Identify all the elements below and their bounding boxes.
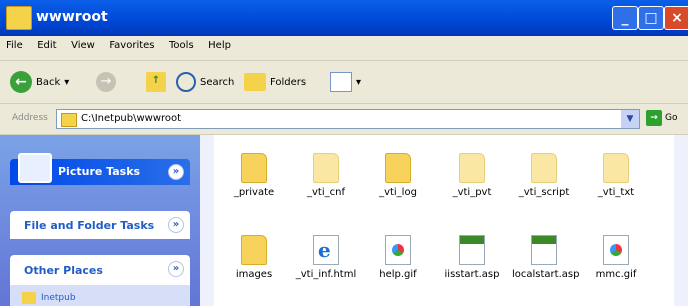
folder-icon	[459, 153, 485, 183]
views-icon	[330, 72, 352, 92]
back-button[interactable]: ← Back ▾	[10, 69, 69, 95]
go-label: Go	[665, 113, 678, 123]
views-dropdown-icon[interactable]: ▾	[356, 77, 361, 88]
asp-file-icon	[459, 235, 485, 265]
search-label: Search	[200, 76, 235, 88]
address-label: Address	[12, 113, 48, 123]
file-name: help.gif	[379, 269, 417, 280]
file-item[interactable]: mmc.gif	[584, 235, 648, 280]
close-button[interactable]: ×	[664, 6, 688, 30]
menu-favorites[interactable]: Favorites	[103, 36, 159, 51]
menu-view[interactable]: View	[65, 36, 100, 51]
address-dropdown-icon[interactable]: ▼	[621, 110, 639, 128]
place-link-inetpub[interactable]: Inetpub	[22, 292, 76, 304]
minimize-button[interactable]: _	[612, 6, 638, 30]
folder-icon	[6, 6, 32, 30]
window-title: wwwroot	[36, 9, 108, 25]
folder-icon	[603, 153, 629, 183]
search-icon	[176, 72, 196, 92]
forward-button[interactable]: →	[96, 69, 116, 95]
file-item[interactable]: _vti_txt	[584, 153, 648, 198]
menu-bar: File Edit View Favorites Tools Help	[0, 36, 688, 92]
folders-button[interactable]: Folders	[244, 69, 306, 95]
collapse-icon[interactable]: »	[168, 261, 184, 277]
ie-document-icon	[313, 235, 339, 265]
file-name: _vti_pvt	[452, 187, 492, 198]
address-bar: Address C:\Inetpub\wwwroot ▼ → Go	[0, 104, 688, 135]
file-name: _vti_txt	[597, 187, 635, 198]
folder-icon	[313, 153, 339, 183]
image-file-icon	[603, 235, 629, 265]
folder-icon	[241, 153, 267, 183]
other-places-header[interactable]: Other Places »	[10, 255, 190, 285]
group-title: File and Folder Tasks	[24, 219, 155, 232]
picture-tasks-header[interactable]: Picture Tasks »	[10, 153, 190, 185]
file-item[interactable]: iisstart.asp	[440, 235, 504, 280]
explorer-window: wwwroot _ □ × File Edit View Favorites T…	[0, 0, 688, 306]
toolbar: ← Back ▾ → ↑ Search Folders ▾	[0, 61, 688, 104]
file-item[interactable]: localstart.asp	[512, 235, 580, 280]
up-folder-icon: ↑	[146, 72, 166, 92]
search-button[interactable]: Search	[176, 69, 234, 95]
image-file-icon	[385, 235, 411, 265]
folder-icon	[241, 235, 267, 265]
file-name: iisstart.asp	[444, 269, 500, 280]
group-title: Picture Tasks	[58, 165, 141, 178]
folder-icon	[22, 292, 36, 304]
file-view: _private _vti_cnf _vti_log _vti_pvt _vti…	[214, 135, 688, 306]
task-pane-scrollbar[interactable]	[200, 135, 214, 306]
file-name: _vti_inf.html	[295, 269, 357, 280]
back-dropdown-icon[interactable]: ▾	[64, 77, 69, 88]
back-arrow-icon: ←	[10, 71, 32, 93]
folder-icon	[531, 153, 557, 183]
address-path: C:\Inetpub\wwwroot	[81, 113, 182, 124]
forward-arrow-icon: →	[96, 72, 116, 92]
folder-icon	[385, 153, 411, 183]
expand-icon[interactable]: »	[168, 217, 184, 233]
file-name: mmc.gif	[595, 269, 637, 280]
file-item[interactable]: help.gif	[366, 235, 430, 280]
file-item[interactable]: _vti_pvt	[440, 153, 504, 198]
group-title: Other Places	[24, 264, 103, 277]
file-item[interactable]: images	[222, 235, 286, 280]
file-name: localstart.asp	[512, 269, 580, 280]
title-bar[interactable]: wwwroot _ □ ×	[0, 0, 688, 36]
picture-icon	[18, 153, 52, 183]
file-name: _private	[233, 187, 275, 198]
menu-edit[interactable]: Edit	[31, 36, 61, 51]
collapse-icon[interactable]: »	[168, 164, 184, 180]
place-label: Inetpub	[41, 293, 76, 303]
file-name: _vti_script	[518, 187, 570, 198]
address-field[interactable]: C:\Inetpub\wwwroot ▼	[56, 109, 640, 129]
file-item[interactable]: _vti_script	[512, 153, 576, 198]
file-item[interactable]: _vti_inf.html	[294, 235, 358, 280]
go-arrow-icon: →	[646, 110, 662, 126]
file-name: _vti_log	[379, 187, 417, 198]
folder-icon	[61, 113, 77, 127]
file-folder-tasks-header[interactable]: File and Folder Tasks »	[10, 211, 190, 239]
maximize-button[interactable]: □	[638, 6, 664, 30]
task-pane: Picture Tasks » File and Folder Tasks » …	[0, 135, 200, 306]
folders-label: Folders	[270, 76, 307, 88]
folders-icon	[244, 73, 266, 91]
file-name: _vti_cnf	[307, 187, 345, 198]
file-item[interactable]: _private	[222, 153, 286, 198]
file-view-scrollbar[interactable]	[674, 135, 688, 306]
menu-file[interactable]: File	[0, 36, 28, 51]
up-button[interactable]: ↑	[146, 69, 166, 95]
asp-file-icon	[531, 235, 557, 265]
file-name: images	[235, 269, 273, 280]
menu-help[interactable]: Help	[202, 36, 236, 51]
back-label: Back	[36, 76, 61, 88]
file-item[interactable]: _vti_cnf	[294, 153, 358, 198]
menu-tools[interactable]: Tools	[163, 36, 199, 51]
file-item[interactable]: _vti_log	[366, 153, 430, 198]
go-button[interactable]: → Go	[646, 110, 677, 126]
views-button[interactable]: ▾	[330, 69, 361, 95]
